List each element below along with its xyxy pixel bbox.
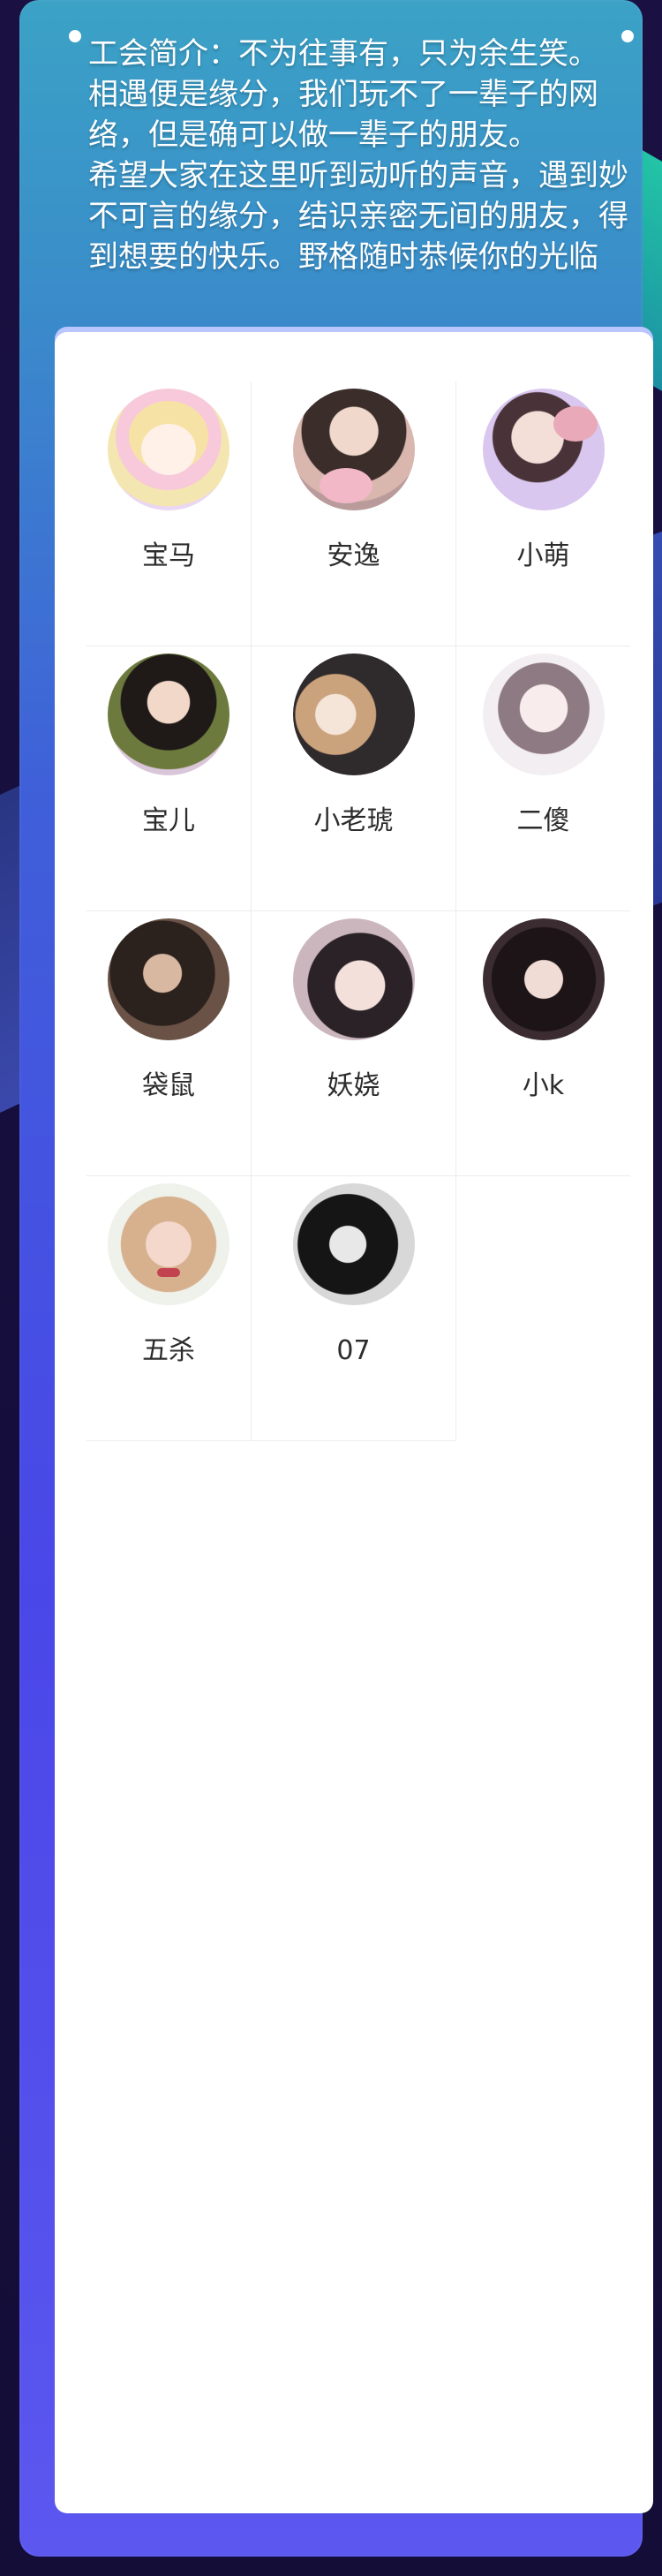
member-name: 二傻 (516, 805, 570, 836)
member-name: 袋鼠 (142, 1070, 195, 1101)
member-name: 07 (336, 1335, 371, 1366)
member-item[interactable]: 小萌 (456, 381, 630, 646)
member-item[interactable]: 妖娆 (252, 911, 456, 1176)
member-avatar (482, 653, 605, 775)
member-item[interactable]: 小k (456, 911, 630, 1176)
member-item[interactable]: 宝儿 (87, 646, 252, 911)
member-name: 小老琥 (313, 805, 394, 836)
member-item[interactable]: 五杀 (87, 1176, 252, 1441)
guild-intro: 工会简介：不为往事有，只为余生笑。 相遇便是缘分，我们玩不了一辈子的网络，但是确… (88, 34, 636, 277)
member-avatar (292, 918, 415, 1040)
member-item[interactable]: 安逸 (252, 381, 456, 646)
member-item[interactable]: 07 (252, 1176, 456, 1441)
member-name: 妖娆 (327, 1070, 380, 1101)
guild-intro-line: 工会简介：不为往事有，只为余生笑。 (88, 36, 598, 72)
member-card: 宝马 安逸 小萌 宝儿 小老琥 二傻 袋鼠 妖娆 小k 五杀 07 (55, 332, 653, 2513)
guild-intro-line: 希望大家在这里听到动听的声音，遇到妙不可言的缘分，结识亲密无间的朋友，得到想要的… (88, 158, 628, 275)
member-avatar (108, 1183, 229, 1305)
member-item[interactable]: 宝马 (87, 381, 252, 646)
member-avatar (292, 389, 415, 510)
guild-intro-line: 相遇便是缘分，我们玩不了一辈子的网络，但是确可以做一辈子的朋友。 (88, 77, 598, 153)
member-item[interactable]: 二傻 (456, 646, 630, 911)
member-name: 宝马 (142, 540, 195, 571)
member-avatar (292, 1183, 415, 1305)
member-name: 安逸 (327, 540, 380, 571)
member-avatar (482, 389, 605, 510)
member-name: 小k (522, 1070, 565, 1101)
member-avatar (482, 918, 605, 1040)
member-avatar (108, 918, 229, 1040)
member-avatar (108, 389, 229, 510)
member-item[interactable]: 小老琥 (252, 646, 456, 911)
dot-decoration-left (69, 30, 81, 42)
member-name: 小萌 (516, 540, 570, 571)
member-grid: 宝马 安逸 小萌 宝儿 小老琥 二傻 袋鼠 妖娆 小k 五杀 07 (87, 381, 630, 1441)
member-item[interactable]: 袋鼠 (87, 911, 252, 1176)
member-avatar (292, 653, 415, 775)
member-name: 宝儿 (142, 805, 195, 836)
guild-panel: 工会简介：不为往事有，只为余生笑。 相遇便是缘分，我们玩不了一辈子的网络，但是确… (19, 0, 653, 2557)
member-avatar (108, 653, 229, 775)
member-name: 五杀 (142, 1335, 195, 1366)
